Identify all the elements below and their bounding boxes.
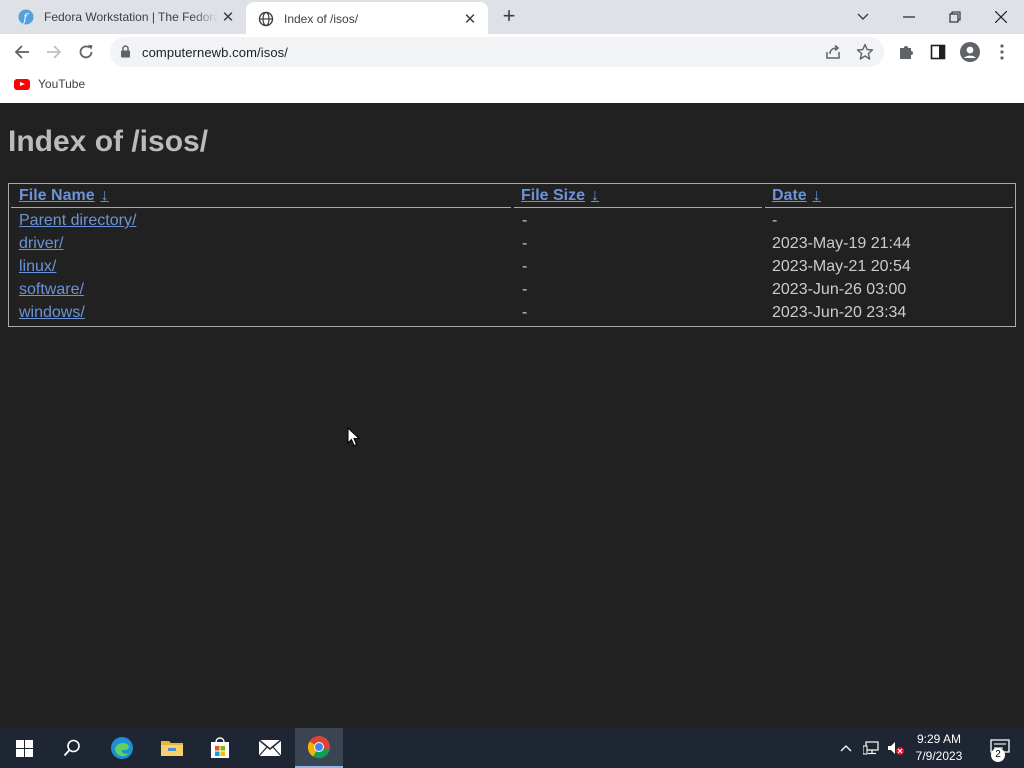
tab-index-isos[interactable]: Index of /isos/ ✕ xyxy=(246,2,488,36)
column-header-file-size[interactable]: File Size ↓ xyxy=(521,187,599,205)
fedora-icon: f xyxy=(18,9,34,25)
network-icon[interactable] xyxy=(858,728,884,768)
file-date: 2023-May-21 20:54 xyxy=(772,258,911,275)
file-size: - xyxy=(522,212,528,229)
page-content: Index of /isos/ File Name ↓ File Size ↓ Da… xyxy=(0,103,1024,728)
restore-icon[interactable] xyxy=(932,0,978,34)
tab-title: Fedora Workstation | The Fedora Project xyxy=(44,10,218,24)
extensions-puzzle-icon[interactable] xyxy=(896,42,916,62)
file-date: 2023-Jun-20 23:34 xyxy=(772,304,907,321)
browser-toolbar: computernewb.com/isos/ xyxy=(0,34,1024,70)
file-name-link[interactable]: driver/ xyxy=(19,235,63,253)
new-tab-button[interactable]: + xyxy=(498,5,520,28)
file-name-link[interactable]: windows/ xyxy=(19,304,85,322)
youtube-icon xyxy=(14,78,30,90)
close-window-icon[interactable] xyxy=(978,0,1024,34)
share-icon[interactable] xyxy=(824,43,842,66)
file-size: - xyxy=(522,258,528,275)
sort-arrow-icon[interactable]: ↓ xyxy=(101,187,109,204)
file-date: 2023-May-19 21:44 xyxy=(772,235,911,252)
file-size: - xyxy=(522,281,528,298)
chevron-up-icon[interactable] xyxy=(834,728,858,768)
file-size: - xyxy=(522,235,528,252)
close-tab-icon[interactable]: ✕ xyxy=(460,9,480,29)
header-divider xyxy=(11,207,511,208)
side-panel-icon[interactable] xyxy=(928,42,948,62)
tab-strip: f Fedora Workstation | The Fedora Projec… xyxy=(0,0,1024,36)
chrome-icon[interactable] xyxy=(295,728,343,768)
clock-time: 9:29 AM xyxy=(916,732,962,746)
page-title: Index of /isos/ xyxy=(8,125,209,158)
windows-taskbar: 9:29 AM 7/9/2023 xyxy=(0,728,1024,768)
notification-count-badge: 2 xyxy=(991,748,1005,762)
file-name-link[interactable]: software/ xyxy=(19,281,84,299)
file-name-link[interactable]: linux/ xyxy=(19,258,56,276)
file-date: - xyxy=(772,212,778,229)
minimize-icon[interactable] xyxy=(886,0,932,34)
volume-muted-icon[interactable] xyxy=(884,728,908,768)
bookmarks-bar: YouTube xyxy=(0,70,1024,103)
mouse-cursor-icon xyxy=(347,426,361,452)
column-header-file-name[interactable]: File Name ↓ xyxy=(19,187,109,205)
globe-icon xyxy=(258,11,274,27)
profile-avatar-icon[interactable] xyxy=(960,42,980,62)
tab-title: Index of /isos/ xyxy=(284,12,359,26)
bookmark-label: YouTube xyxy=(38,77,86,91)
store-icon[interactable] xyxy=(196,728,244,768)
reload-icon[interactable] xyxy=(72,38,100,66)
column-header-date[interactable]: Date ↓ xyxy=(772,187,821,205)
url-text[interactable]: computernewb.com/isos/ xyxy=(142,45,288,60)
menu-kebab-icon[interactable] xyxy=(992,42,1012,62)
bookmark-youtube[interactable]: YouTube xyxy=(14,77,85,91)
system-clock[interactable]: 9:29 AM 7/9/2023 xyxy=(908,731,970,765)
file-explorer-icon[interactable] xyxy=(148,728,196,768)
start-icon[interactable] xyxy=(0,728,48,768)
bookmark-star-icon[interactable] xyxy=(856,43,874,66)
file-size: - xyxy=(522,304,528,321)
clock-date: 7/9/2023 xyxy=(915,749,963,763)
file-date: 2023-Jun-26 03:00 xyxy=(772,281,907,298)
directory-listing-table: File Name ↓ File Size ↓ Date ↓ Parent direc… xyxy=(8,183,1016,327)
edge-icon[interactable] xyxy=(98,728,146,768)
lock-icon[interactable] xyxy=(120,45,131,63)
tab-fedora[interactable]: f Fedora Workstation | The Fedora Projec… xyxy=(8,0,246,34)
close-tab-icon[interactable]: ✕ xyxy=(218,7,238,27)
address-bar[interactable]: computernewb.com/isos/ xyxy=(110,37,884,67)
tab-search-chevron-icon[interactable] xyxy=(840,0,886,34)
search-icon[interactable] xyxy=(48,728,96,768)
mail-icon[interactable] xyxy=(246,728,294,768)
sort-arrow-icon[interactable]: ↓ xyxy=(591,187,599,204)
header-divider xyxy=(765,207,1013,208)
back-arrow-icon[interactable] xyxy=(8,38,36,66)
forward-arrow-icon[interactable] xyxy=(40,38,68,66)
header-divider xyxy=(514,207,762,208)
file-name-link[interactable]: Parent directory/ xyxy=(19,212,136,230)
sort-arrow-icon[interactable]: ↓ xyxy=(813,187,821,204)
